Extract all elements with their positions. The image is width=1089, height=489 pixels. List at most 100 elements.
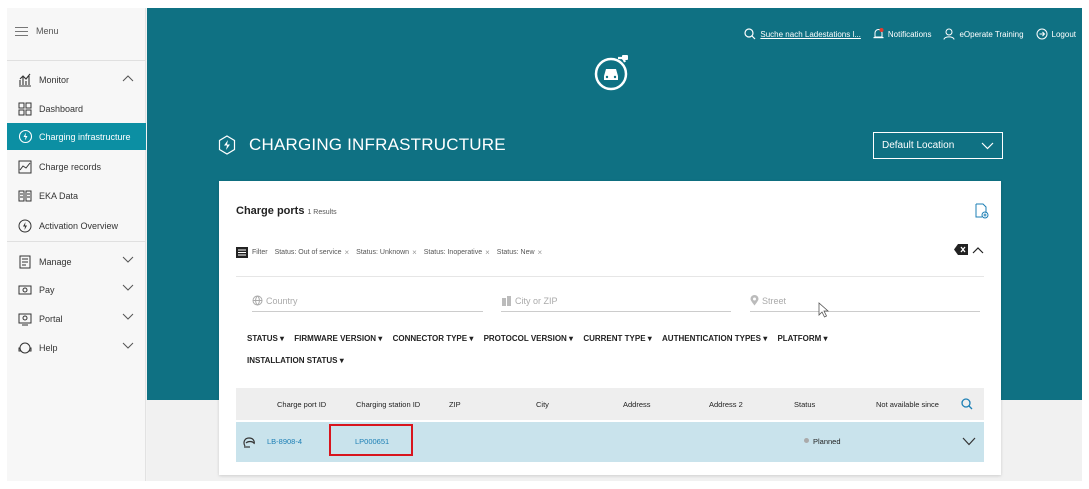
filter-chip[interactable]: Status: New ×	[497, 248, 542, 257]
sidebar-item-label: EKA Data	[39, 190, 79, 201]
status-cell: Planned	[804, 437, 841, 446]
chevron-down-icon	[122, 256, 134, 266]
bolt-circle-icon	[17, 218, 33, 234]
close-icon[interactable]: ×	[412, 248, 417, 257]
chevron-up-icon[interactable]	[972, 246, 984, 254]
filter-label: Filter	[252, 248, 268, 256]
help-icon	[17, 340, 33, 356]
highlight-box	[329, 424, 413, 456]
station-search[interactable]: Suche nach Ladestations l...	[744, 28, 861, 40]
column-header[interactable]: Charge port ID	[277, 400, 326, 409]
globe-icon	[252, 295, 263, 306]
sidebar-item-charge-records[interactable]: Charge records	[7, 153, 146, 180]
card-title: Charge ports 1 Results	[236, 205, 337, 217]
city-zip-input[interactable]: City or ZIP	[501, 290, 731, 312]
filter-dropdown-current[interactable]: CURRENT TYPE ▾	[583, 328, 651, 350]
sidebar-item-label: Charge records	[39, 161, 102, 172]
chip-label: Status: New	[496, 248, 535, 256]
street-placeholder: Street	[762, 295, 787, 306]
user-label: eOperate Training	[959, 29, 1024, 39]
clear-filters-icon[interactable]	[954, 244, 968, 255]
filter-icon[interactable]	[236, 246, 248, 258]
filter-dropdown-firmware[interactable]: FIRMWARE VERSION ▾	[294, 328, 382, 350]
sidebar-item-pay[interactable]: Pay	[7, 276, 146, 303]
portal-icon	[17, 311, 33, 327]
sidebar-item-label: Dashboard	[39, 103, 84, 114]
sidebar-item-label: Monitor	[39, 74, 70, 85]
status-dot-icon	[804, 438, 809, 443]
buildings-icon	[502, 296, 511, 306]
charge-ports-card: Charge ports 1 Results Filter Status: Out…	[219, 181, 1001, 475]
sidebar-item-manage[interactable]: Manage	[7, 248, 146, 275]
ev-charging-logo-icon	[593, 54, 631, 97]
sidebar-item-charging-infrastructure[interactable]: Charging infrastructure	[7, 123, 146, 150]
filter-dropdown-installation[interactable]: INSTALLATION STATUS ▾	[247, 350, 344, 372]
filter-dropdown-status[interactable]: STATUS ▾	[247, 328, 284, 350]
notifications-button[interactable]: Notifications	[873, 28, 932, 40]
sidebar-item-eka-data[interactable]: EKA Data	[7, 182, 146, 209]
filter-chip[interactable]: Status: Inoperative ×	[424, 248, 490, 257]
country-placeholder: Country	[266, 295, 298, 306]
column-header[interactable]: Status	[794, 400, 815, 409]
close-icon[interactable]: ×	[538, 248, 543, 257]
column-header[interactable]: City	[536, 400, 549, 409]
sidebar-item-activation-overview[interactable]: Activation Overview	[7, 212, 146, 239]
location-select[interactable]: Default Location	[873, 132, 1003, 159]
charge-port-id-link[interactable]: LB-8908-4	[267, 437, 302, 446]
records-chart-icon	[17, 159, 33, 175]
filter-dropdown-connector[interactable]: CONNECTOR TYPE ▾	[393, 328, 474, 350]
column-header[interactable]: Charging station ID	[356, 400, 420, 409]
logout-button[interactable]: Logout	[1036, 28, 1076, 40]
column-header[interactable]: Address 2	[709, 400, 743, 409]
sidebar: Menu Monitor Dashboard Charging infrastr…	[7, 8, 146, 481]
top-navigation: Suche nach Ladestations l... Notificatio…	[732, 28, 1076, 40]
charge-port-icon	[243, 437, 255, 448]
sidebar-item-dashboard[interactable]: Dashboard	[7, 95, 146, 122]
filter-chip[interactable]: Status: Out of service ×	[275, 248, 350, 257]
divider	[7, 241, 146, 242]
notifications-label: Notifications	[887, 29, 932, 39]
status-text: Planned	[813, 437, 841, 446]
logout-label: Logout	[1051, 29, 1076, 39]
chevron-down-icon	[122, 313, 134, 323]
filter-dropdown-protocol[interactable]: PROTOCOL VERSION ▾	[484, 328, 574, 350]
location-pin-icon	[750, 295, 759, 306]
street-input[interactable]: Street	[750, 290, 980, 312]
table-row[interactable]: LB-8908-4 LP000651 Planned	[236, 422, 984, 462]
chevron-down-icon	[122, 342, 134, 352]
filter-dropdown-authentication[interactable]: AUTHENTICATION TYPES ▾	[662, 328, 767, 350]
chip-label: Status: Out of service	[274, 248, 342, 256]
close-icon[interactable]: ×	[485, 248, 490, 257]
chevron-up-icon	[122, 74, 134, 84]
active-filters: Filter Status: Out of service × Status: U…	[236, 242, 984, 262]
results-count: 1 Results	[307, 209, 337, 216]
column-header[interactable]: ZIP	[449, 400, 461, 409]
card-title-text: Charge ports	[236, 205, 305, 217]
hamburger-icon	[15, 26, 28, 36]
column-header[interactable]: Not available since	[876, 400, 939, 409]
sidebar-item-label: Portal	[39, 313, 63, 324]
menu-toggle[interactable]: Menu	[15, 26, 59, 36]
filter-chip[interactable]: Status: Unknown ×	[356, 248, 417, 257]
sidebar-item-portal[interactable]: Portal	[7, 305, 146, 332]
chart-icon	[17, 72, 33, 88]
close-icon[interactable]: ×	[344, 248, 349, 257]
filter-actions	[954, 244, 984, 255]
divider	[236, 276, 984, 277]
pay-icon	[17, 282, 33, 298]
table-header: Charge port ID Charging station ID ZIP C…	[236, 388, 984, 420]
chip-label: Status: Inoperative	[423, 248, 483, 256]
dropdown-filters: STATUS ▾ FIRMWARE VERSION ▾ CONNECTOR TY…	[247, 328, 907, 372]
manage-icon	[17, 254, 33, 270]
country-input[interactable]: Country	[252, 290, 483, 312]
search-link[interactable]: Suche nach Ladestations l...	[760, 30, 861, 39]
sidebar-item-monitor[interactable]: Monitor	[7, 66, 146, 93]
chevron-down-icon[interactable]	[962, 437, 976, 446]
search-icon[interactable]	[961, 398, 973, 410]
user-menu[interactable]: eOperate Training	[943, 28, 1024, 40]
filter-dropdown-platform[interactable]: PLATFORM ▾	[777, 328, 827, 350]
column-header[interactable]: Address	[623, 400, 651, 409]
sidebar-item-help[interactable]: Help	[7, 334, 146, 361]
user-icon	[943, 28, 955, 40]
export-icon[interactable]	[975, 203, 989, 224]
